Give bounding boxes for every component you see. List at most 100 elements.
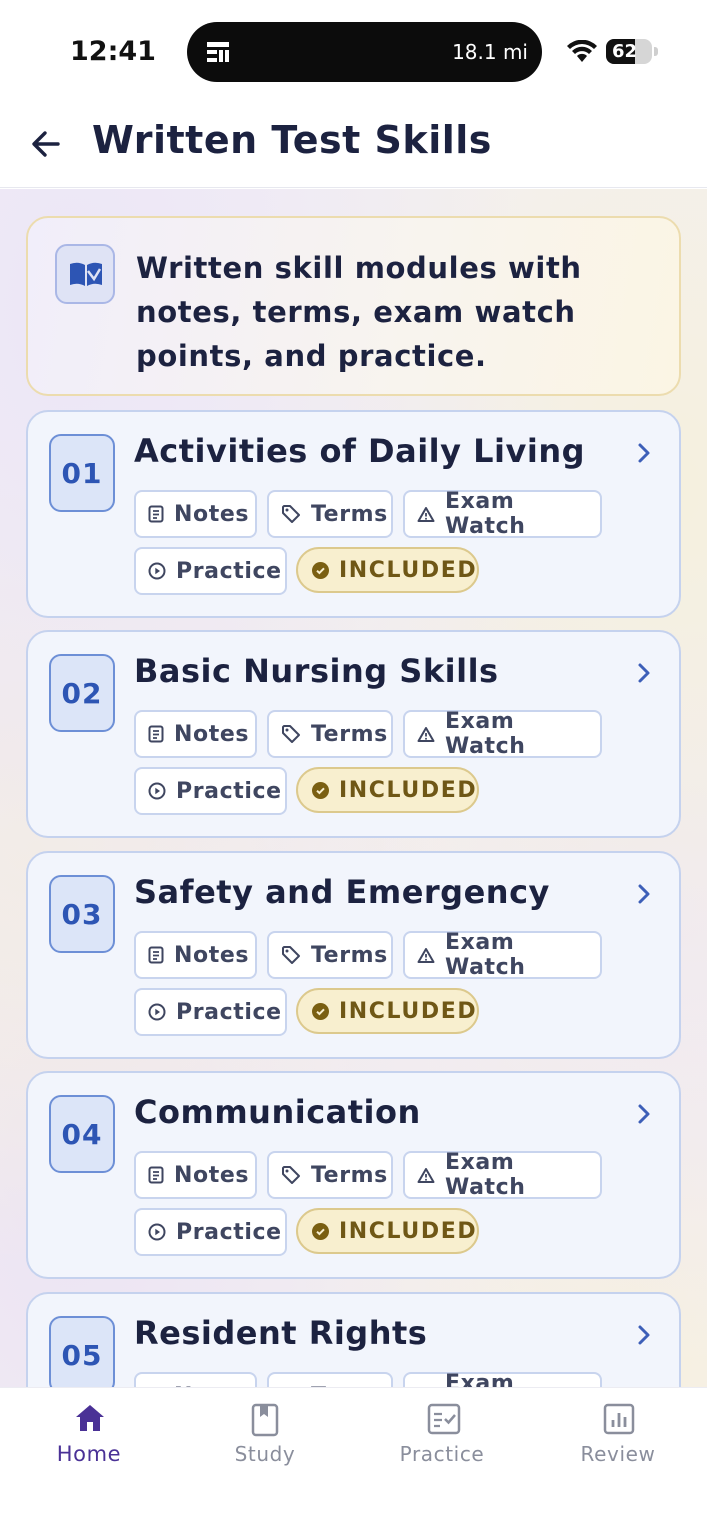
practice-label: Practice	[176, 1219, 282, 1245]
tab-practice-label: Practice	[399, 1442, 485, 1466]
module-title: Resident Rights	[134, 1314, 428, 1352]
warning-triangle-icon	[417, 1167, 435, 1183]
notes-label: Notes	[174, 942, 250, 968]
exam-watch-label: Exam Watch	[445, 709, 526, 759]
battery-percent: 62	[612, 41, 638, 62]
notes-label: Notes	[174, 721, 250, 747]
terms-label: Terms	[311, 1162, 388, 1188]
notes-tag[interactable]: Notes	[134, 490, 257, 538]
chevron-right-icon[interactable]	[632, 659, 656, 687]
notes-tag[interactable]: Notes	[134, 710, 257, 758]
exam-watch-tag[interactable]: Exam Watch	[403, 1150, 602, 1200]
module-number: 01	[49, 434, 115, 512]
tag-icon	[282, 946, 300, 964]
module-title: Basic Nursing Skills	[134, 652, 499, 690]
app-header: Written Test Skills	[0, 100, 707, 188]
tab-review[interactable]: Review	[530, 1388, 706, 1488]
check-circle-icon	[312, 781, 329, 799]
included-label: INCLUDED	[339, 1218, 478, 1244]
notes-label: Notes	[174, 1162, 250, 1188]
tag-icon	[282, 1166, 300, 1184]
terms-tag[interactable]: Terms	[267, 1372, 393, 1387]
notes-tag[interactable]: Notes	[134, 1151, 257, 1199]
module-number: 03	[49, 875, 115, 953]
tab-review-label: Review	[580, 1442, 656, 1466]
terms-label: Terms	[311, 721, 388, 747]
terms-tag[interactable]: Terms	[267, 710, 393, 758]
included-badge: INCLUDED	[296, 547, 479, 593]
notes-tag[interactable]: Notes	[134, 1372, 257, 1387]
terms-tag[interactable]: Terms	[267, 931, 393, 979]
exam-watch-tag[interactable]: Exam Watch	[403, 930, 602, 980]
document-icon	[148, 1166, 164, 1184]
play-circle-icon	[148, 1003, 166, 1021]
wifi-icon	[567, 40, 597, 62]
battery-icon: 62	[606, 39, 652, 64]
module-card[interactable]: 03 Safety and Emergency Notes Terms Exam…	[26, 851, 681, 1059]
exam-watch-label: Exam Watch	[445, 930, 526, 980]
exam-watch-label: Exam Watch	[445, 1150, 526, 1200]
practice-tag[interactable]: Practice	[134, 767, 287, 815]
play-circle-icon	[148, 1223, 166, 1241]
exam-watch-tag[interactable]: Exam Watch	[403, 1371, 602, 1387]
practice-tag[interactable]: Practice	[134, 1208, 287, 1256]
bookmark-book-icon	[251, 1403, 279, 1437]
play-circle-icon	[148, 562, 166, 580]
notes-tag[interactable]: Notes	[134, 931, 257, 979]
practice-tag[interactable]: Practice	[134, 547, 287, 595]
terms-tag[interactable]: Terms	[267, 1151, 393, 1199]
chevron-right-icon[interactable]	[632, 439, 656, 467]
intro-text: Written skill modules with notes, terms,…	[136, 251, 582, 373]
tab-study[interactable]: Study	[177, 1388, 353, 1488]
checklist-icon	[427, 1403, 461, 1435]
exam-watch-tag[interactable]: Exam Watch	[403, 489, 602, 539]
terms-label: Terms	[311, 942, 388, 968]
distance-readout: 18.1 mi	[452, 40, 528, 64]
module-card[interactable]: 05 Resident Rights Notes Terms Exam Watc…	[26, 1292, 681, 1387]
tab-study-label: Study	[234, 1442, 296, 1466]
warning-triangle-icon	[417, 506, 435, 522]
chevron-right-icon[interactable]	[632, 880, 656, 908]
exam-watch-tag[interactable]: Exam Watch	[403, 709, 602, 759]
notes-label: Notes	[174, 501, 250, 527]
warning-triangle-icon	[417, 947, 435, 963]
module-title: Activities of Daily Living	[134, 432, 585, 470]
intro-icon-box	[55, 244, 115, 304]
module-card[interactable]: 04 Communication Notes Terms Exam Watch …	[26, 1071, 681, 1279]
warning-triangle-icon	[417, 726, 435, 742]
module-number: 05	[49, 1316, 115, 1387]
chevron-right-icon[interactable]	[632, 1100, 656, 1128]
home-icon	[76, 1405, 104, 1431]
arrow-left-icon[interactable]	[26, 124, 66, 164]
included-badge: INCLUDED	[296, 988, 479, 1034]
included-label: INCLUDED	[339, 557, 478, 583]
book-open-icon	[70, 262, 102, 286]
battery-cap	[654, 47, 658, 56]
tab-practice[interactable]: Practice	[354, 1388, 530, 1488]
exam-watch-label: Exam Watch	[445, 1371, 515, 1387]
check-circle-icon	[312, 1222, 329, 1240]
status-time: 12:41	[70, 36, 156, 67]
exam-watch-label: Exam Watch	[445, 489, 526, 539]
document-icon	[148, 725, 164, 743]
included-label: INCLUDED	[339, 998, 478, 1024]
included-badge: INCLUDED	[296, 1208, 479, 1254]
chevron-right-icon[interactable]	[632, 1321, 656, 1349]
module-card[interactable]: 02 Basic Nursing Skills Notes Terms Exam…	[26, 630, 681, 838]
status-bar: 12:41 18.1 mi 62	[0, 0, 707, 100]
module-card[interactable]: 01 Activities of Daily Living Notes Term…	[26, 410, 681, 618]
included-label: INCLUDED	[339, 777, 478, 803]
tab-home[interactable]: Home	[1, 1388, 177, 1488]
module-title: Safety and Emergency	[134, 873, 550, 911]
bottom-tab-bar: Home Study Practice Review	[0, 1387, 707, 1536]
terms-tag[interactable]: Terms	[267, 490, 393, 538]
terms-label: Terms	[311, 501, 388, 527]
practice-label: Practice	[176, 999, 282, 1025]
module-title: Communication	[134, 1093, 421, 1131]
practice-tag[interactable]: Practice	[134, 988, 287, 1036]
tag-icon	[282, 725, 300, 743]
document-icon	[148, 505, 164, 523]
tag-icon	[282, 505, 300, 523]
module-list-scroll[interactable]: Written skill modules with notes, terms,…	[0, 189, 707, 1387]
module-number: 04	[49, 1095, 115, 1173]
